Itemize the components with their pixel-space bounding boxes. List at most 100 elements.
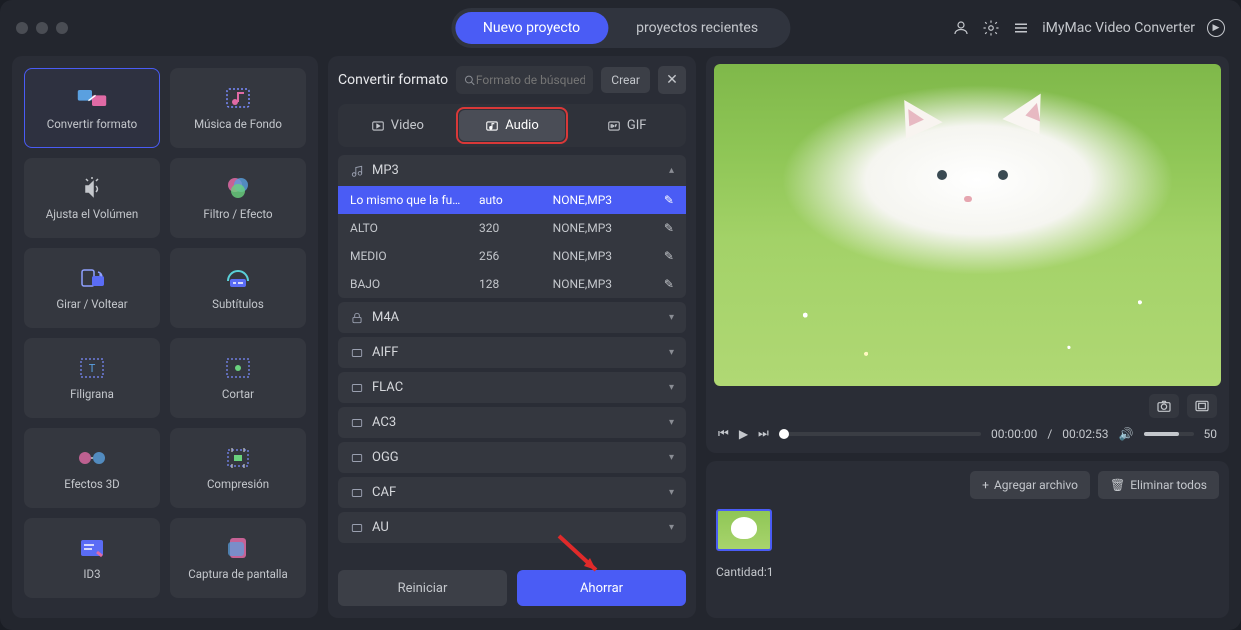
play-badge-icon[interactable]: ▶ (1207, 19, 1225, 37)
search-field[interactable] (456, 66, 593, 94)
edit-icon[interactable]: ✎ (654, 193, 674, 207)
tool-subtitles[interactable]: Subtítulos (170, 248, 306, 328)
save-button[interactable]: Ahorrar (517, 570, 686, 606)
close-window-icon[interactable] (16, 22, 28, 34)
tool-label: Captura de pantalla (188, 567, 287, 581)
maximize-window-icon[interactable] (56, 22, 68, 34)
tool-label: ID3 (83, 567, 100, 581)
edit-icon[interactable]: ✎ (654, 249, 674, 263)
minimize-window-icon[interactable] (36, 22, 48, 34)
snapshot-button[interactable] (1149, 394, 1179, 418)
delete-all-button[interactable]: 🗑Eliminar todos (1098, 471, 1219, 499)
chevron-down-icon: ▾ (669, 452, 674, 463)
settings-icon[interactable] (982, 19, 1000, 37)
tab-audio[interactable]: Audio (459, 110, 566, 141)
tool-label: Convertir formato (47, 117, 137, 131)
format-group-ac3: AC3▾ (338, 407, 686, 438)
format-panel: Convertir formato Crear ✕ Video Audio GI… (328, 56, 696, 618)
file-thumbnail[interactable] (716, 509, 772, 551)
preview-image (714, 64, 1221, 386)
cut-icon (222, 355, 254, 381)
prev-button[interactable]: ⏮ (718, 426, 729, 441)
app-window: Nuevo proyecto proyectos recientes iMyMa… (0, 0, 1241, 630)
rotate-icon (76, 265, 108, 291)
group-header[interactable]: AIFF▾ (338, 337, 686, 368)
filter-icon (222, 175, 254, 201)
format-group-mp3: MP3 ▴ Lo mismo que la fu… auto NONE,MP3 … (338, 155, 686, 298)
compress-icon (222, 445, 254, 471)
group-header[interactable]: FLAC▾ (338, 372, 686, 403)
format-row[interactable]: Lo mismo que la fu… auto NONE,MP3 ✎ (338, 186, 686, 214)
group-header[interactable]: M4A▾ (338, 302, 686, 333)
next-button[interactable]: ⏭ (758, 426, 769, 441)
music-note-icon (350, 164, 364, 178)
timeline-slider[interactable] (779, 432, 981, 436)
tool-screenshot[interactable]: Captura de pantalla (170, 518, 306, 598)
edit-icon[interactable]: ✎ (654, 221, 674, 235)
tool-watermark[interactable]: T Filigrana (24, 338, 160, 418)
format-group-au: AU▾ (338, 512, 686, 543)
convert-icon (76, 85, 108, 111)
project-tabs: Nuevo proyecto proyectos recientes (451, 8, 790, 48)
tool-label: Filtro / Efecto (203, 207, 272, 221)
tools-sidebar: Convertir formato Música de Fondo Ajusta… (12, 56, 318, 618)
tool-compression[interactable]: Compresión (170, 428, 306, 508)
tool-id3[interactable]: ID3 (24, 518, 160, 598)
tool-filter-effect[interactable]: Filtro / Efecto (170, 158, 306, 238)
gif-icon (607, 119, 621, 133)
account-icon[interactable] (952, 19, 970, 37)
play-button[interactable]: ▶ (739, 427, 748, 441)
tab-video[interactable]: Video (344, 110, 451, 141)
group-header[interactable]: CAF▾ (338, 477, 686, 508)
tool-label: Girar / Voltear (56, 297, 127, 311)
group-header[interactable]: AC3▾ (338, 407, 686, 438)
tool-convert-format[interactable]: Convertir formato (24, 68, 160, 148)
add-file-button[interactable]: +Agregar archivo (970, 471, 1090, 499)
video-preview[interactable] (714, 64, 1221, 386)
format-row[interactable]: BAJO 128 NONE,MP3 ✎ (338, 270, 686, 298)
volume-slider[interactable] (1144, 432, 1194, 436)
time-current: 00:00:00 (991, 427, 1037, 441)
volume-icon (76, 175, 108, 201)
screenshot-icon (222, 535, 254, 561)
create-button[interactable]: Crear (601, 67, 650, 93)
preview-panel: ⏮ ▶ ⏭ 00:00:00/00:02:53 🔊 50 (706, 56, 1229, 453)
format-icon (350, 346, 364, 360)
tool-3d-effects[interactable]: Efectos 3D (24, 428, 160, 508)
search-input[interactable] (476, 73, 585, 87)
tool-cut[interactable]: Cortar (170, 338, 306, 418)
tool-rotate-flip[interactable]: Girar / Voltear (24, 248, 160, 328)
edit-icon[interactable]: ✎ (654, 277, 674, 291)
tab-new-project[interactable]: Nuevo proyecto (455, 12, 608, 44)
format-list[interactable]: MP3 ▴ Lo mismo que la fu… auto NONE,MP3 … (338, 155, 686, 554)
window-controls[interactable] (16, 22, 68, 34)
format-row[interactable]: MEDIO 256 NONE,MP3 ✎ (338, 242, 686, 270)
menu-icon[interactable] (1012, 19, 1030, 37)
format-icon (350, 486, 364, 500)
tool-label: Compresión (207, 477, 269, 491)
tab-gif[interactable]: GIF (573, 110, 680, 141)
tool-adjust-volume[interactable]: Ajusta el Volúmen (24, 158, 160, 238)
fullscreen-button[interactable] (1187, 394, 1217, 418)
group-header[interactable]: MP3 ▴ (338, 155, 686, 186)
camera-icon (1156, 399, 1172, 413)
tool-label: Filigrana (70, 387, 114, 401)
format-group-m4a: M4A▾ (338, 302, 686, 333)
format-icon (350, 381, 364, 395)
chevron-down-icon: ▾ (669, 417, 674, 428)
files-panel: +Agregar archivo 🗑Eliminar todos Cantida… (706, 461, 1229, 618)
svg-text:T: T (89, 362, 96, 375)
format-group-flac: FLAC▾ (338, 372, 686, 403)
reset-button[interactable]: Reiniciar (338, 570, 507, 606)
volume-icon[interactable]: 🔊 (1119, 427, 1134, 441)
group-header[interactable]: AU▾ (338, 512, 686, 543)
chevron-down-icon: ▾ (669, 382, 674, 393)
group-header[interactable]: OGG▾ (338, 442, 686, 473)
close-panel-button[interactable]: ✕ (658, 66, 686, 94)
format-row[interactable]: ALTO 320 NONE,MP3 ✎ (338, 214, 686, 242)
tool-background-music[interactable]: Música de Fondo (170, 68, 306, 148)
video-icon (371, 119, 385, 133)
chevron-down-icon: ▾ (669, 312, 674, 323)
music-icon (222, 85, 254, 111)
tab-recent-projects[interactable]: proyectos recientes (608, 12, 786, 44)
